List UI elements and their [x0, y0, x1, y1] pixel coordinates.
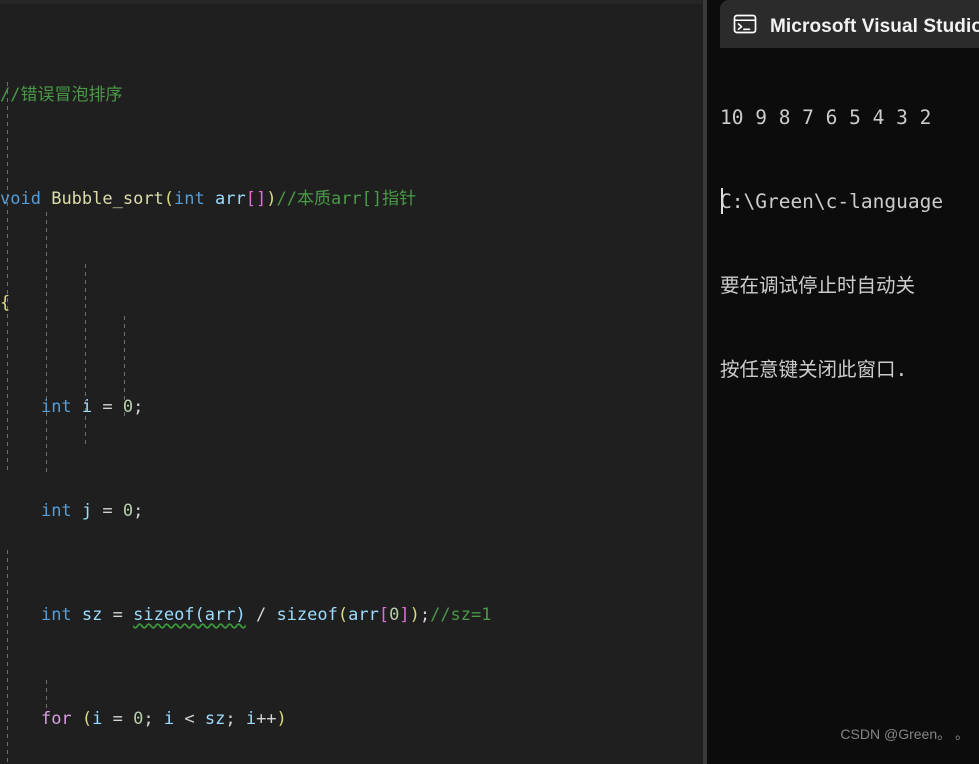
- code-line: int i = 0;: [40, 397, 144, 417]
- console-line: C:\Green\c-language: [720, 190, 944, 213]
- code-editor-pane[interactable]: //错误冒泡排序 void Bubble_sort(int arr[])//本质…: [0, 0, 703, 764]
- console-output[interactable]: 10 9 8 7 6 5 4 3 2 C:\Green\c-language 要…: [720, 48, 979, 440]
- console-cmd-icon: [732, 11, 758, 37]
- code-line: void Bubble_sort(int arr[])//本质arr[]指针: [0, 189, 417, 209]
- console-titlebar[interactable]: Microsoft Visual Studio 调: [720, 0, 979, 48]
- console-line: 10 9 8 7 6 5 4 3 2: [720, 106, 932, 129]
- screenshot-root: //错误冒泡排序 void Bubble_sort(int arr[])//本质…: [0, 0, 979, 764]
- console-caret: [721, 188, 723, 214]
- watermark: CSDN @Green。 。: [840, 726, 969, 742]
- debug-console-window[interactable]: Microsoft Visual Studio 调 10 9 8 7 6 5 4…: [707, 0, 979, 764]
- console-window-title: Microsoft Visual Studio 调: [770, 15, 979, 37]
- console-line: 要在调试停止时自动关: [720, 274, 916, 297]
- code-line: int sz = sizeof(arr) / sizeof(arr[0]);//…: [40, 605, 492, 625]
- code-line: //错误冒泡排序: [0, 85, 123, 105]
- code-line: for (i = 0; i < sz; i++): [40, 709, 287, 729]
- console-line: 按任意键关闭此窗口.: [720, 358, 908, 381]
- code-line: {: [0, 293, 11, 313]
- code-lines[interactable]: //错误冒泡排序 void Bubble_sort(int arr[])//本质…: [0, 4, 703, 764]
- code-line: int j = 0;: [40, 501, 144, 521]
